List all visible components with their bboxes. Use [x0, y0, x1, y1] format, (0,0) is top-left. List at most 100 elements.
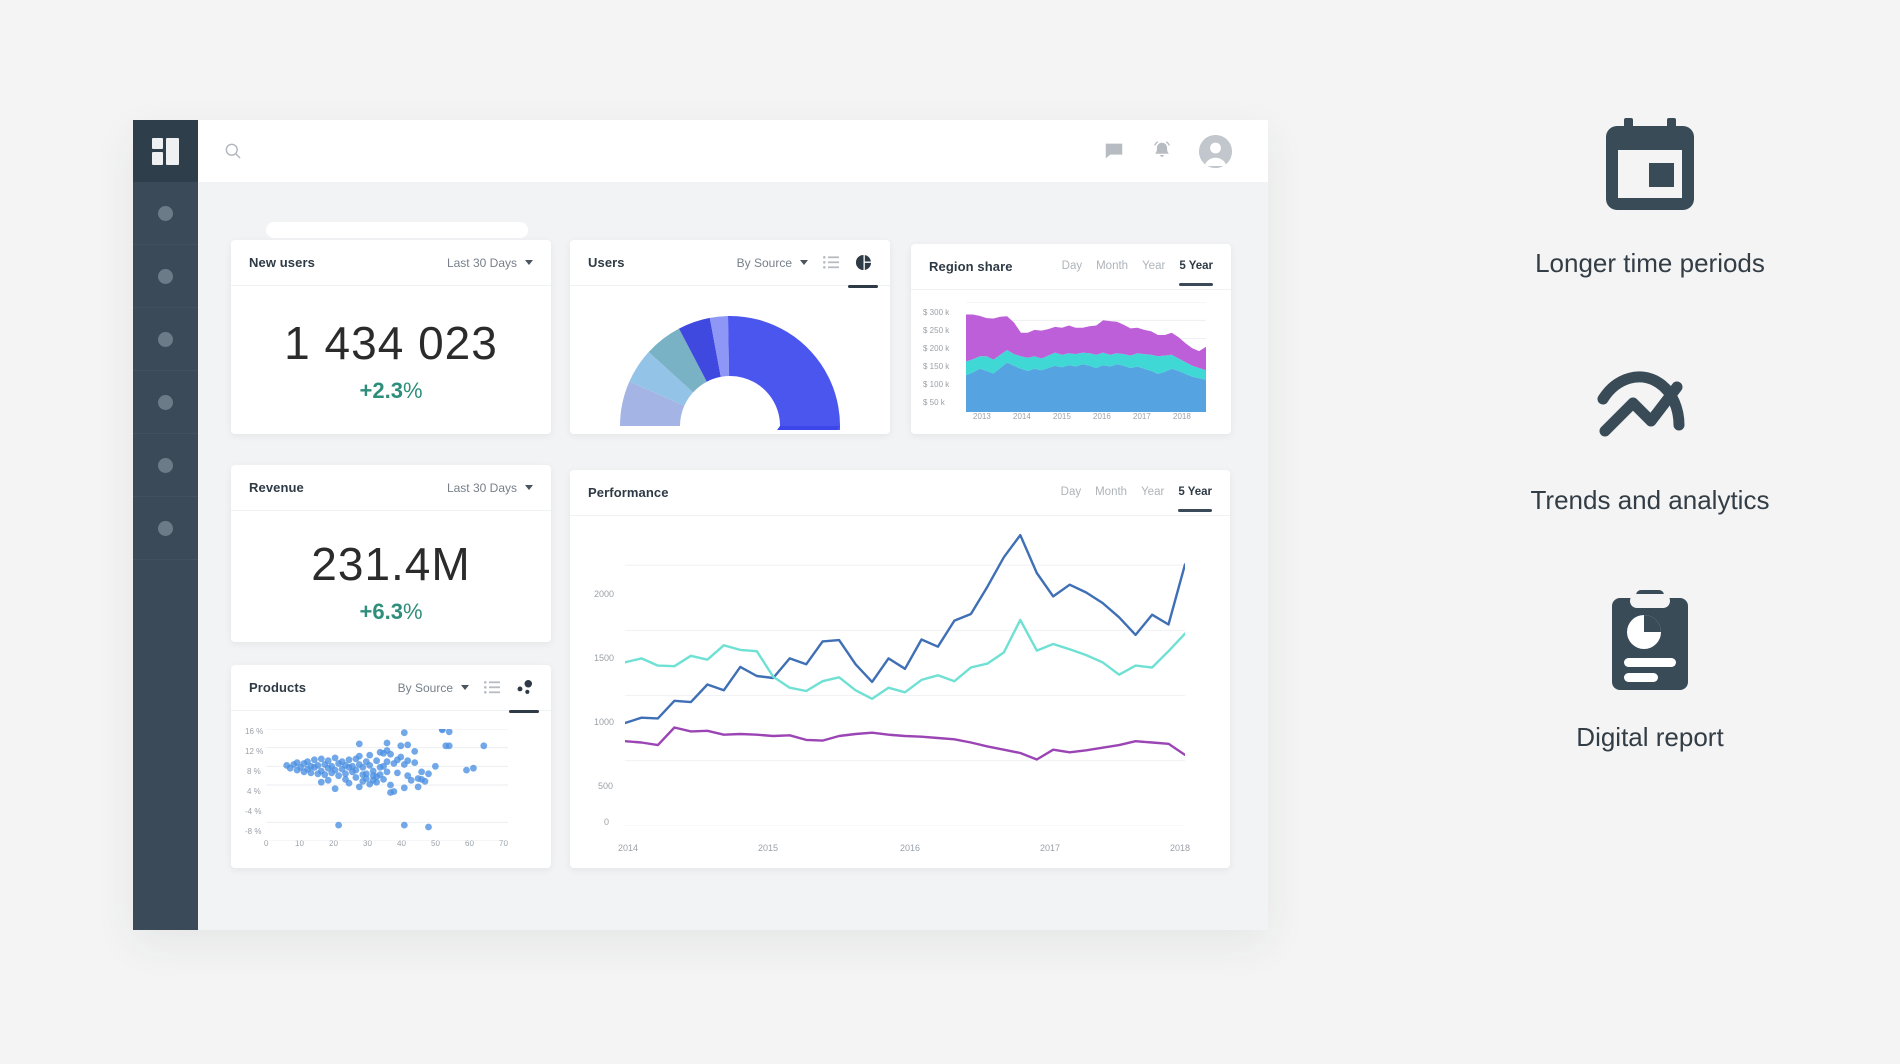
- card-header-actions: Last 30 Days: [447, 256, 533, 270]
- nav-dot-icon: [158, 205, 173, 221]
- card-title-revenue: Revenue: [249, 480, 304, 495]
- sidebar-item-4[interactable]: [133, 371, 198, 434]
- dashboard-window: New users Last 30 Days 1 434 023 +2.3% U…: [133, 120, 1268, 930]
- tab-5-year[interactable]: 5 Year: [1179, 260, 1213, 286]
- metric-delta-sign: +: [359, 599, 373, 624]
- list-view-icon[interactable]: [822, 254, 840, 272]
- source-select-products[interactable]: By Source: [398, 681, 469, 695]
- topbar-actions: [1103, 134, 1232, 168]
- scatter-view-icon[interactable]: [509, 679, 539, 713]
- search-area[interactable]: [223, 141, 1103, 161]
- avatar[interactable]: [1199, 134, 1232, 168]
- range-select-new-users[interactable]: Last 30 Days: [447, 256, 533, 270]
- card-header-actions: Day Month Year 5 Year: [1062, 260, 1213, 286]
- xtick-2018: 2018: [1170, 843, 1191, 853]
- nav-dot-icon: [158, 394, 173, 410]
- ytick-2000: 2000: [594, 589, 615, 599]
- pie-view-icon[interactable]: [848, 254, 878, 288]
- sidebar-nav: [133, 182, 198, 560]
- metric-body: 1 434 023 +2.3%: [231, 286, 551, 404]
- trend-lines-icon: [1440, 351, 1860, 459]
- tab-5-year[interactable]: 5 Year: [1178, 486, 1212, 512]
- chat-icon[interactable]: [1103, 140, 1125, 162]
- sidebar-item-2[interactable]: [133, 245, 198, 308]
- range-tabs-performance: Day Month Year 5 Year: [1061, 486, 1212, 512]
- card-title-performance: Performance: [588, 485, 669, 500]
- tab-year[interactable]: Year: [1141, 486, 1164, 500]
- source-select-users[interactable]: By Source: [737, 256, 808, 270]
- ytick-250k: $ 250 k: [923, 326, 950, 335]
- ytick-1500: 1500: [594, 653, 615, 663]
- chevron-down-icon: [800, 260, 808, 265]
- scatter-svg: [266, 729, 508, 841]
- card-new-users: New users Last 30 Days 1 434 023 +2.3%: [231, 240, 551, 434]
- ytick-neg8: -8 %: [245, 827, 262, 836]
- sidebar-item-5[interactable]: [133, 434, 198, 497]
- breadcrumb-placeholder: [266, 222, 528, 238]
- metric-delta-value: 6.3: [372, 599, 403, 624]
- list-view-icon[interactable]: [483, 679, 501, 697]
- calendar-icon: [1440, 110, 1860, 218]
- ytick-50k: $ 50 k: [923, 398, 945, 407]
- feature-label: Digital report: [1576, 722, 1724, 752]
- chevron-down-icon: [525, 485, 533, 490]
- ytick-500: 500: [598, 781, 614, 791]
- card-title-users: Users: [588, 255, 625, 270]
- bell-icon[interactable]: [1151, 139, 1173, 163]
- ytick-16: 16 %: [245, 727, 264, 736]
- tab-day[interactable]: Day: [1061, 486, 1081, 500]
- region-area-svg: [966, 302, 1206, 412]
- card-header-actions: Day Month Year 5 Year: [1061, 486, 1212, 512]
- ytick-0: 0: [604, 817, 610, 827]
- source-select-label: By Source: [736, 255, 792, 270]
- xtick-2014: 2014: [618, 843, 639, 853]
- active-tab-underline: [1178, 508, 1212, 512]
- performance-svg: [625, 533, 1185, 826]
- screenshot-root: New users Last 30 Days 1 434 023 +2.3% U…: [0, 0, 1900, 1064]
- xtick-2017: 2017: [1133, 412, 1151, 421]
- ytick-4: 4 %: [247, 787, 261, 796]
- sidebar-item-1[interactable]: [133, 182, 198, 245]
- sidebar-item-3[interactable]: [133, 308, 198, 371]
- range-select-label: Last 30 Days: [446, 255, 517, 270]
- feature-longer-time-periods: Longer time periods: [1440, 110, 1860, 279]
- tab-year[interactable]: Year: [1142, 260, 1165, 274]
- card-products: Products By Source 16 % 12 % 8 % 4 % -4 …: [231, 665, 551, 868]
- region-share-chart: $ 300 k $ 250 k $ 200 k $ 150 k $ 100 k …: [911, 290, 1231, 433]
- metric-body: 231.4M +6.3%: [231, 511, 551, 625]
- list-view-glyph: [484, 681, 500, 694]
- xtick-2017: 2017: [1040, 843, 1061, 853]
- metric-delta: +6.3%: [231, 599, 551, 625]
- range-select-revenue[interactable]: Last 30 Days: [447, 481, 533, 495]
- metric-value: 1 434 023: [284, 317, 498, 369]
- feature-label: Longer time periods: [1535, 248, 1765, 278]
- sidebar: [133, 120, 198, 930]
- card-header-actions: By Source: [737, 254, 878, 288]
- card-performance: Performance Day Month Year 5 Year 2000 1…: [570, 470, 1230, 868]
- search-input[interactable]: [255, 143, 655, 159]
- scatter-view-glyph: [517, 679, 532, 694]
- half-donut-svg: [620, 315, 840, 430]
- feature-list: Longer time periods Trends and analytics: [1440, 110, 1860, 825]
- tab-month[interactable]: Month: [1096, 260, 1128, 274]
- sidebar-item-6[interactable]: [133, 497, 198, 560]
- search-icon: [225, 143, 241, 159]
- nav-dot-icon: [158, 268, 173, 284]
- tab-day[interactable]: Day: [1062, 260, 1082, 274]
- user-avatar-icon: [1199, 134, 1232, 168]
- page-title: New users: [249, 255, 315, 270]
- xtick-2015: 2015: [758, 843, 779, 853]
- performance-line-chart: 2000 1500 1000 500 0 2014 2015 2016 2017…: [570, 516, 1230, 866]
- card-header: Region share Day Month Year 5 Year: [911, 244, 1231, 290]
- ytick-150k: $ 150 k: [923, 362, 950, 371]
- app-logo[interactable]: [133, 120, 198, 182]
- active-tab-underline: [1179, 282, 1213, 286]
- chevron-down-icon: [461, 685, 469, 690]
- tab-month[interactable]: Month: [1095, 486, 1127, 500]
- trend-lines-glyph: [1597, 371, 1685, 437]
- dashboard-logo-icon: [152, 137, 179, 165]
- card-header: Users By Source: [570, 240, 890, 288]
- nav-dot-icon: [158, 457, 173, 473]
- card-region-share: Region share Day Month Year 5 Year $ 300…: [911, 244, 1231, 434]
- users-donut-chart: [570, 286, 890, 433]
